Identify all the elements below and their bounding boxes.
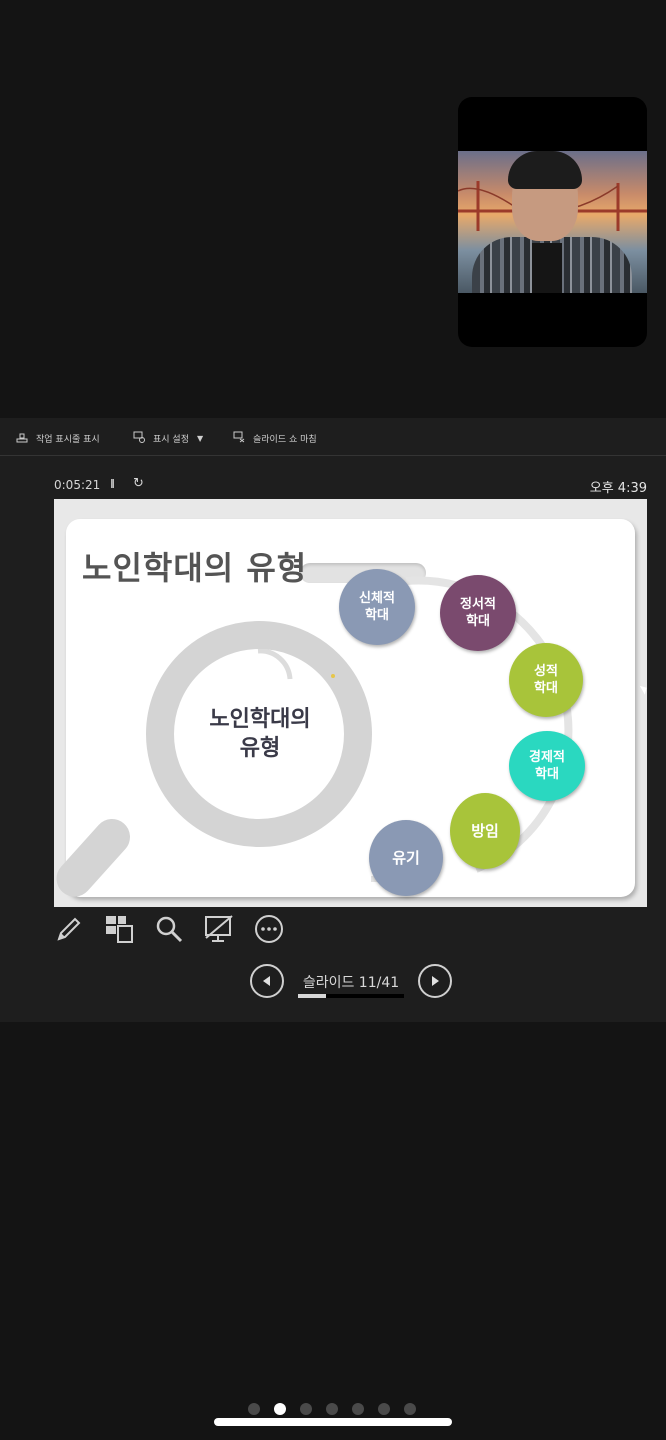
bubble-label: 신체적 xyxy=(359,591,395,606)
magnifier-center-text: 노인학대의 유형 xyxy=(190,705,330,763)
bubble-label: 유기 xyxy=(392,848,420,867)
bubble-emotional-abuse: 정서적학대 xyxy=(440,575,516,651)
page-dot[interactable] xyxy=(248,1403,260,1415)
triangle-left-icon xyxy=(263,976,270,986)
slide-navigation: 슬라이드 11/41 xyxy=(250,964,452,1004)
person-hair xyxy=(508,151,582,189)
bubble-label: 학대 xyxy=(466,614,490,629)
bubble-label: 성적 xyxy=(534,664,558,679)
zoom-icon[interactable] xyxy=(154,914,184,944)
bubble-abandonment: 유기 xyxy=(369,820,443,896)
pen-icon[interactable] xyxy=(54,914,84,944)
see-all-slides-icon[interactable] xyxy=(104,914,134,944)
restart-timer-icon[interactable]: ↻ xyxy=(133,476,144,491)
page-dot[interactable] xyxy=(274,1403,286,1415)
show-taskbar-label: 작업 표시줄 표시 xyxy=(36,435,100,445)
slide-counter: 슬라이드 11/41 xyxy=(302,975,400,991)
bubble-physical-abuse: 신체적학대 xyxy=(339,569,415,645)
display-settings-label: 표시 설정 xyxy=(153,435,189,445)
next-slide-button[interactable] xyxy=(418,964,452,998)
current-time: 오후 4:39 xyxy=(589,481,647,496)
page-indicator xyxy=(248,1403,416,1415)
bubble-label: 방임 xyxy=(471,821,499,840)
page-dot[interactable] xyxy=(378,1403,390,1415)
page-dot[interactable] xyxy=(326,1403,338,1415)
end-slideshow-icon xyxy=(233,431,245,446)
page-dot[interactable] xyxy=(352,1403,364,1415)
bubble-label: 학대 xyxy=(534,681,558,696)
slide-tools-bar xyxy=(54,914,284,946)
bubble-sexual-abuse: 성적학대 xyxy=(509,643,583,717)
bubble-label: 정서적 xyxy=(460,597,496,612)
person-shirt xyxy=(532,243,562,293)
bubble-label: 학대 xyxy=(535,767,559,782)
pause-icon[interactable]: II xyxy=(110,477,115,491)
display-settings-icon xyxy=(133,431,145,446)
show-taskbar-button[interactable]: 작업 표시줄 표시 xyxy=(16,431,100,446)
current-slide[interactable]: 노인학대의 유형 노인학대의 유형 신체적 학대 정서적 학대 성적 학대 경제… xyxy=(49,499,647,907)
taskbar-icon xyxy=(16,431,28,446)
participant-video-feed xyxy=(458,151,647,293)
center-text-line1: 노인학대의 xyxy=(209,707,311,732)
end-slideshow-button[interactable]: 슬라이드 쇼 마침 xyxy=(233,431,317,446)
page-dot[interactable] xyxy=(404,1403,416,1415)
home-indicator-bar[interactable] xyxy=(214,1418,452,1426)
page-dot[interactable] xyxy=(300,1403,312,1415)
chevron-down-icon: ▼ xyxy=(196,434,204,443)
bubble-label: 경제적 xyxy=(529,750,565,765)
magnifier-arc-accent xyxy=(257,649,293,680)
bubble-label: 학대 xyxy=(365,608,389,623)
decorative-dot xyxy=(331,674,335,678)
slide-progress-bar xyxy=(298,994,404,998)
slide-content: 노인학대의 유형 노인학대의 유형 신체적 학대 정서적 학대 성적 학대 경제… xyxy=(49,519,635,905)
more-options-icon[interactable] xyxy=(254,914,284,944)
triangle-right-icon xyxy=(432,976,439,986)
presenter-toolbar: 작업 표시줄 표시 표시 설정 ▼ 슬라이드 쇼 마침 xyxy=(0,418,666,456)
elapsed-timer: 0:05:21 xyxy=(54,478,101,492)
participant-video-tile[interactable] xyxy=(458,97,647,347)
slide-progress-fill xyxy=(298,994,327,998)
presenter-view: 작업 표시줄 표시 표시 설정 ▼ 슬라이드 쇼 마침 0:05:21 II ↻… xyxy=(0,418,666,1022)
display-settings-button[interactable]: 표시 설정 ▼ xyxy=(133,431,203,446)
previous-slide-button[interactable] xyxy=(250,964,284,998)
center-text-line2: 유형 xyxy=(239,736,281,761)
bubble-neglect: 방임 xyxy=(450,793,520,869)
black-screen-icon[interactable] xyxy=(204,914,234,944)
end-slideshow-label: 슬라이드 쇼 마침 xyxy=(253,435,317,445)
bubble-economic-abuse: 경제적학대 xyxy=(509,731,585,801)
